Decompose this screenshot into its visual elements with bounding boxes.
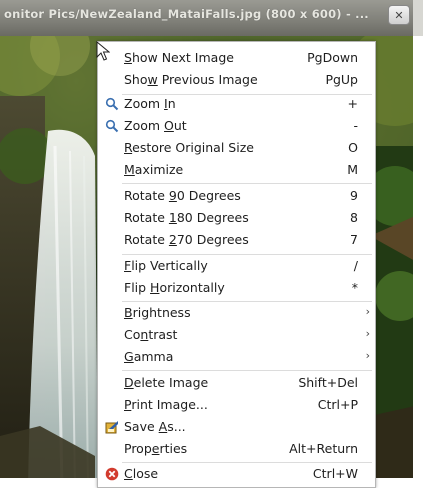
menu-item-label: Flip Vertically xyxy=(124,258,208,273)
menu-item-label: Restore Original Size xyxy=(124,140,254,155)
menu-item-rotate-180[interactable]: Rotate 180 Degrees 8 xyxy=(98,207,375,229)
menu-item-show-previous-image[interactable]: Show Previous Image PgUp xyxy=(98,69,375,91)
save-icon xyxy=(105,420,119,434)
menu-item-label: Maximize xyxy=(124,162,184,177)
menu-item-label: Rotate 180 Degrees xyxy=(124,210,249,225)
menu-item-shortcut: O xyxy=(348,140,358,155)
close-icon xyxy=(105,467,119,481)
menu-item-shortcut: PgDown xyxy=(307,50,358,65)
menu-item-show-next-image[interactable]: Show Next Image PgDown xyxy=(98,47,375,69)
menu-separator xyxy=(122,183,372,184)
menu-item-rotate-90[interactable]: Rotate 90 Degrees 9 xyxy=(98,185,375,207)
menu-item-rotate-270[interactable]: Rotate 270 Degrees 7 xyxy=(98,229,375,251)
menu-item-label: Show Next Image xyxy=(124,50,234,65)
screen: onitor Pics/NewZealand_MataiFalls.jpg (8… xyxy=(0,0,423,488)
menu-item-maximize[interactable]: Maximize M xyxy=(98,159,375,181)
menu-item-shortcut: M xyxy=(347,162,358,177)
window-close-button[interactable]: ✕ xyxy=(388,5,410,25)
menu-item-label: Properties xyxy=(124,441,188,456)
menu-item-gamma[interactable]: Gamma › xyxy=(98,346,375,368)
menu-item-delete-image[interactable]: Delete Image Shift+Del xyxy=(98,372,375,394)
menu-item-shortcut: Alt+Return xyxy=(289,441,358,456)
menu-item-label: Rotate 90 Degrees xyxy=(124,188,241,203)
menu-item-zoom-out[interactable]: Zoom Out - xyxy=(98,115,375,137)
submenu-arrow-icon: › xyxy=(365,349,370,362)
menu-item-save-as[interactable]: Save As... xyxy=(98,416,375,438)
zoom-in-icon xyxy=(105,97,119,111)
image-context-menu: Show Next Image PgDown Show Previous Ima… xyxy=(97,41,376,488)
menu-item-print-image[interactable]: Print Image... Ctrl+P xyxy=(98,394,375,416)
mouse-pointer-icon xyxy=(96,40,111,65)
menu-item-shortcut: 9 xyxy=(350,188,358,203)
window-frame-right xyxy=(413,36,423,488)
menu-separator xyxy=(122,370,372,371)
menu-item-brightness[interactable]: Brightness › xyxy=(98,302,375,324)
menu-item-label: Zoom Out xyxy=(124,118,187,133)
menu-item-close[interactable]: Close Ctrl+W xyxy=(98,463,375,485)
menu-item-label: Print Image... xyxy=(124,397,208,412)
menu-item-label: Zoom In xyxy=(124,96,176,111)
menu-item-shortcut: + xyxy=(347,96,358,111)
menu-item-label: Close xyxy=(124,466,159,481)
menu-item-zoom-in[interactable]: Zoom In + xyxy=(98,93,375,115)
menu-item-label: Delete Image xyxy=(124,375,209,390)
menu-item-shortcut: Ctrl+P xyxy=(317,397,358,412)
menu-item-label: Gamma xyxy=(124,349,174,364)
menu-item-shortcut: * xyxy=(351,280,358,295)
menu-item-label: Show Previous Image xyxy=(124,72,258,87)
titlebar-edge xyxy=(413,0,423,36)
menu-item-shortcut: Shift+Del xyxy=(298,375,358,390)
menu-item-properties[interactable]: Properties Alt+Return xyxy=(98,438,375,460)
window-titlebar[interactable]: onitor Pics/NewZealand_MataiFalls.jpg (8… xyxy=(0,0,423,36)
submenu-arrow-icon: › xyxy=(365,327,370,340)
submenu-arrow-icon: › xyxy=(365,305,370,318)
menu-item-contrast[interactable]: Contrast › xyxy=(98,324,375,346)
menu-item-label: Flip Horizontally xyxy=(124,280,225,295)
menu-item-label: Brightness xyxy=(124,305,191,320)
menu-item-flip-vertically[interactable]: Flip Vertically / xyxy=(98,255,375,277)
menu-item-shortcut: PgUp xyxy=(325,72,358,87)
menu-item-shortcut: 7 xyxy=(350,232,358,247)
menu-item-flip-horizontally[interactable]: Flip Horizontally * xyxy=(98,277,375,299)
menu-item-shortcut: - xyxy=(353,118,358,133)
menu-item-shortcut: / xyxy=(353,258,358,273)
menu-item-label: Contrast xyxy=(124,327,178,342)
menu-item-label: Save As... xyxy=(124,419,186,434)
zoom-out-icon xyxy=(105,119,119,133)
menu-item-shortcut: 8 xyxy=(350,210,358,225)
menu-item-shortcut: Ctrl+W xyxy=(312,466,358,481)
menu-item-label: Rotate 270 Degrees xyxy=(124,232,249,247)
window-title: onitor Pics/NewZealand_MataiFalls.jpg (8… xyxy=(4,7,369,21)
menu-item-restore-original-size[interactable]: Restore Original Size O xyxy=(98,137,375,159)
